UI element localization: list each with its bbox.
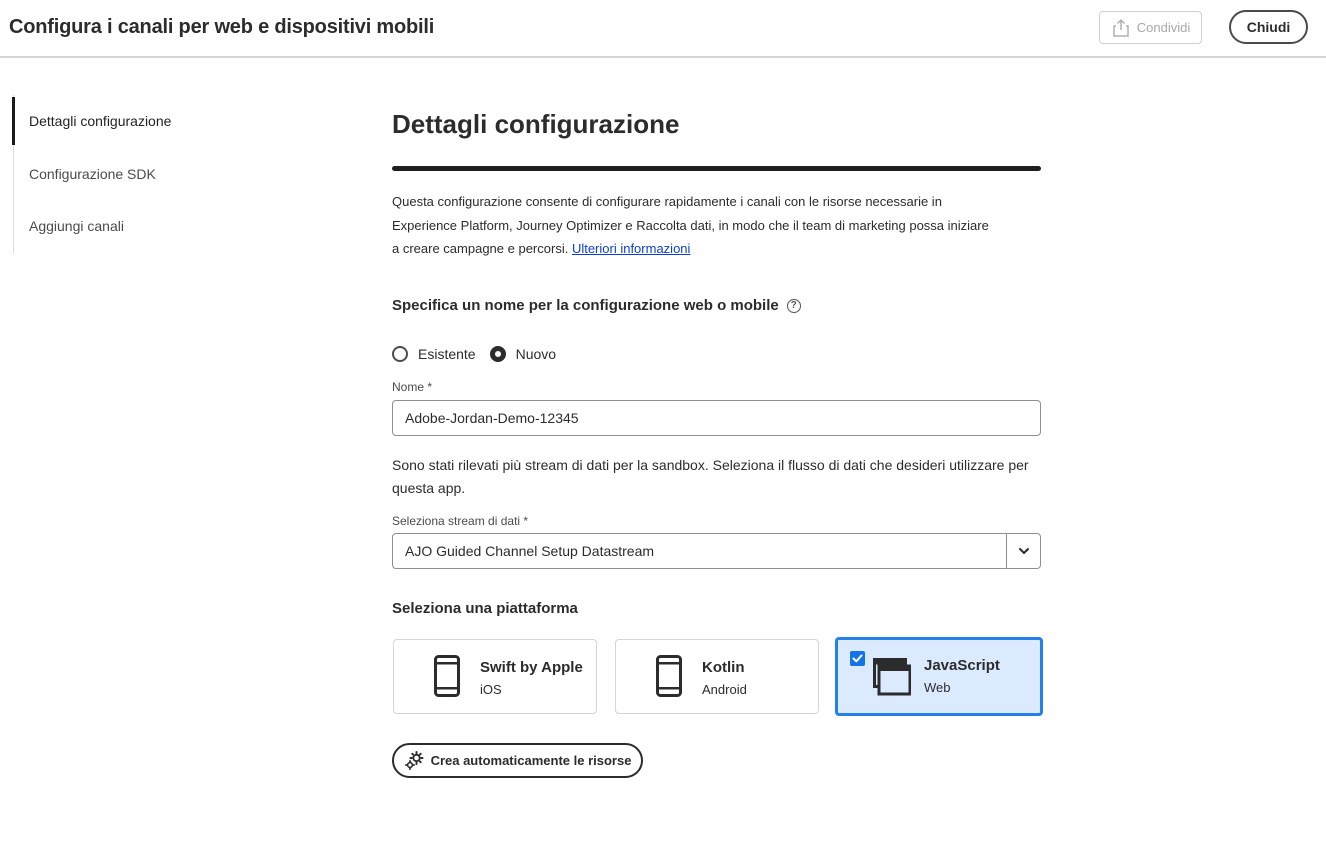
platform-subtitle: iOS [480, 682, 502, 697]
name-section-label-text: Specifica un nome per la configurazione … [392, 297, 779, 314]
name-input[interactable] [392, 400, 1041, 436]
close-button[interactable]: Chiudi [1229, 10, 1308, 44]
step-progress-bar [392, 166, 1041, 171]
platform-section-label: Seleziona una piattaforma [392, 600, 578, 617]
name-field-label: Nome * [392, 380, 432, 394]
radio-circle-new [489, 346, 506, 362]
datastream-field-label: Seleziona stream di dati * [392, 514, 528, 528]
mobile-phone-icon [434, 655, 460, 697]
app-title: Configura i canali per web e dispositivi… [9, 16, 435, 38]
datastream-label-text: Seleziona stream di dati [392, 514, 521, 528]
sidebar-item-configurazione-sdk[interactable]: Configurazione SDK [14, 150, 274, 198]
required-mark: * [523, 514, 529, 528]
mobile-phone-icon [656, 655, 682, 697]
learn-more-link[interactable]: Ulteriori informazioni [572, 241, 690, 256]
gears-icon [404, 750, 424, 770]
platform-subtitle: Android [702, 682, 747, 697]
platform-title: Kotlin [702, 659, 745, 676]
auto-create-resources-button[interactable]: Crea automaticamente le risorse [392, 743, 643, 778]
radio-new-label: Nuovo [515, 346, 557, 362]
datastream-selected-value: AJO Guided Channel Setup Datastream [405, 543, 655, 559]
config-type-radio-group: Esistente Nuovo [392, 346, 570, 362]
share-button[interactable]: Condividi [1099, 11, 1202, 44]
name-label-text: Nome [392, 380, 425, 394]
share-icon [1113, 18, 1129, 37]
browser-windows-icon [873, 658, 911, 696]
sidebar-item-label: Configurazione SDK [29, 166, 156, 182]
radio-existing[interactable]: Esistente [392, 346, 476, 362]
required-mark: * [427, 380, 433, 394]
checkmark-icon [852, 654, 863, 663]
auto-create-label: Crea automaticamente le risorse [430, 753, 632, 768]
description-text: Questa configurazione consente di config… [392, 190, 992, 261]
platform-title: JavaScript [924, 657, 1000, 674]
selected-checkbox[interactable] [850, 651, 865, 666]
name-section-label: Specifica un nome per la configurazione … [392, 297, 801, 314]
sidebar-item-label: Dettagli configurazione [29, 113, 172, 129]
radio-new[interactable]: Nuovo [489, 346, 557, 362]
datastream-info-text: Sono stati rilevati più stream di dati p… [392, 457, 1029, 496]
sidebar-item-aggiungi-canali[interactable]: Aggiungi canali [14, 202, 274, 250]
help-icon[interactable]: ? [786, 298, 801, 313]
share-label: Condividi [1136, 20, 1191, 35]
radio-circle-existing [392, 346, 408, 362]
steps-sidebar: Dettagli configurazione Configurazione S… [12, 95, 274, 253]
sidebar-item-dettagli-configurazione[interactable]: Dettagli configurazione [12, 97, 274, 145]
platform-card-kotlin[interactable]: Kotlin Android [615, 639, 819, 714]
dropdown-toggle[interactable] [1006, 534, 1040, 568]
platform-card-swift[interactable]: Swift by Apple iOS [393, 639, 597, 714]
chevron-down-icon [1018, 548, 1029, 554]
sidebar-item-label: Aggiungi canali [29, 218, 124, 234]
platform-subtitle: Web [924, 680, 951, 695]
platform-title: Swift by Apple [480, 659, 583, 676]
platform-card-javascript[interactable]: JavaScript Web [835, 637, 1043, 716]
app-header: Configura i canali per web e dispositivi… [0, 0, 1326, 58]
radio-existing-label: Esistente [418, 346, 476, 362]
page-title: Dettagli configurazione [392, 109, 680, 139]
datastream-select[interactable]: AJO Guided Channel Setup Datastream [392, 533, 1041, 569]
